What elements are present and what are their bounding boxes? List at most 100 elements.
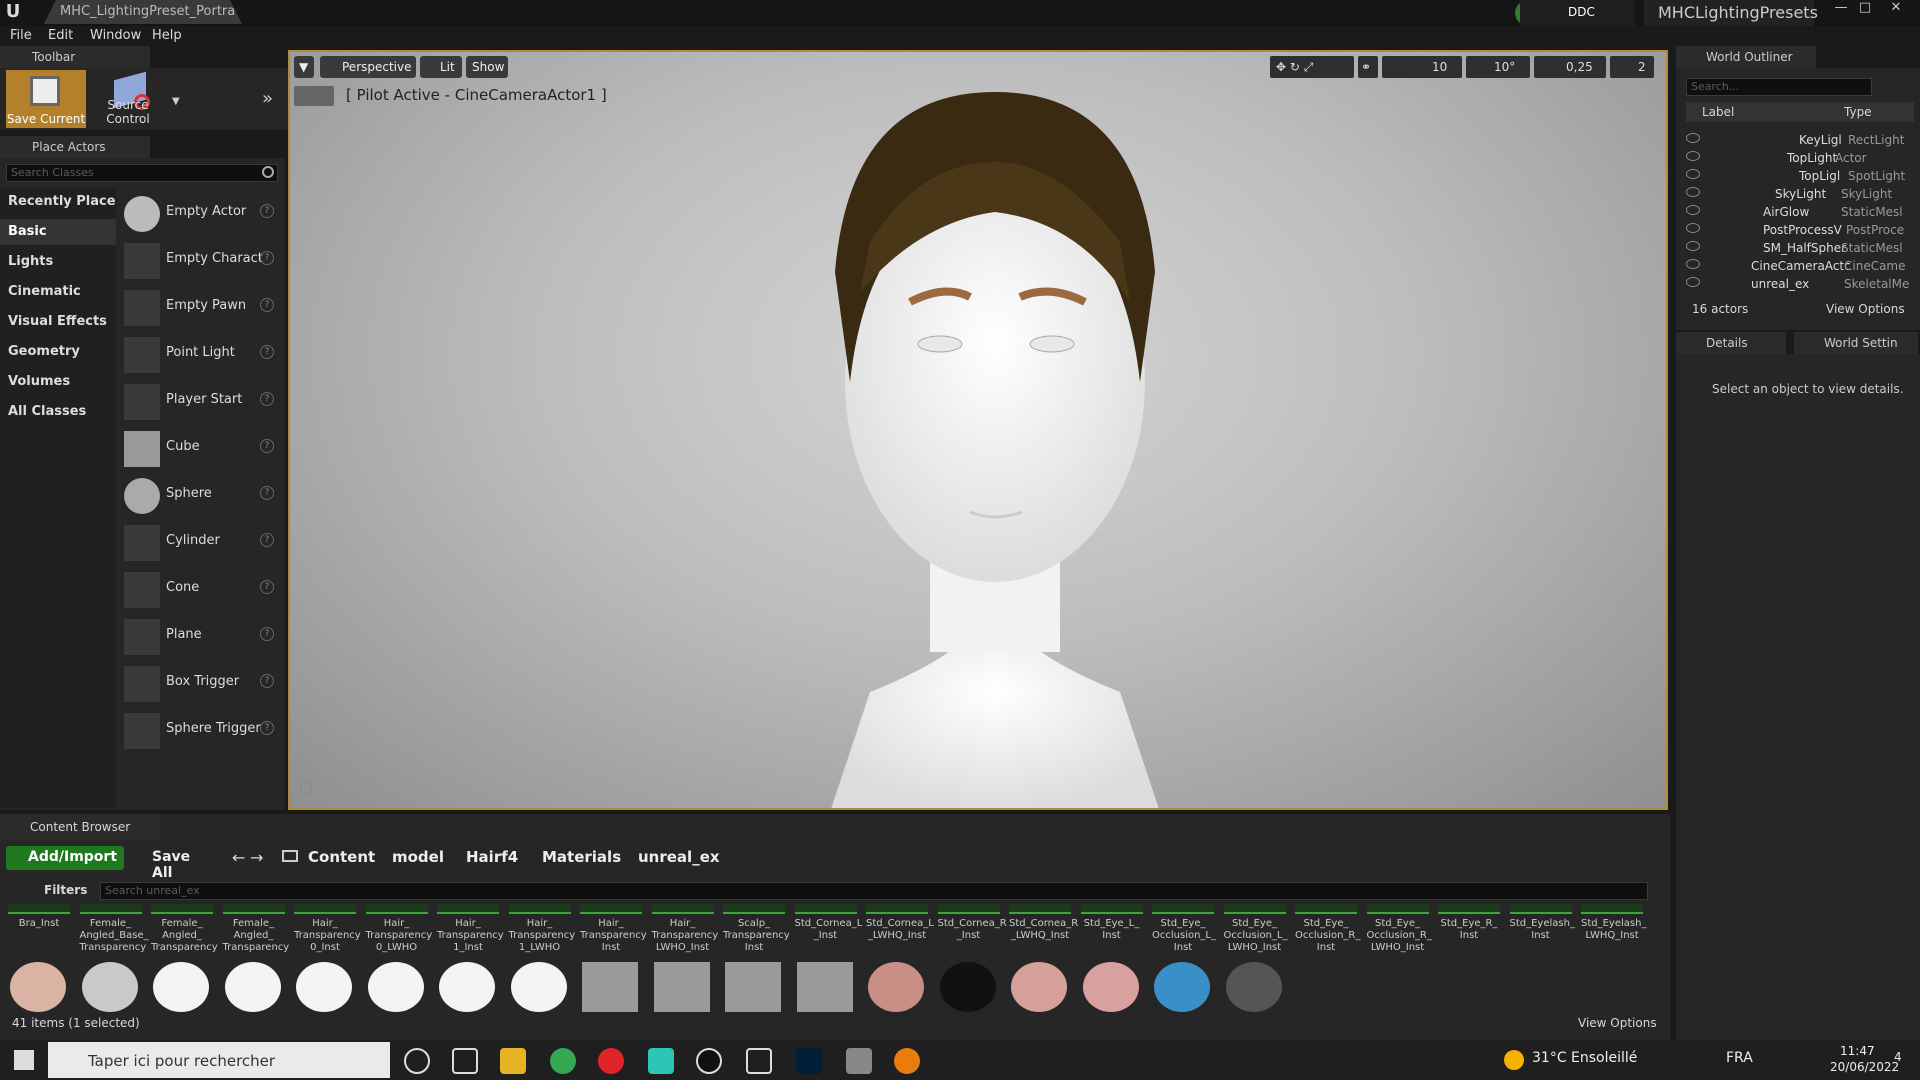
material-sphere-thumbnail[interactable]	[653, 962, 710, 1012]
material-sphere-thumbnail[interactable]	[939, 962, 996, 1012]
material-sphere-thumbnail[interactable]	[153, 962, 209, 1012]
asset-tile[interactable]: Std_Eye_R_ Inst	[1438, 918, 1500, 988]
asset-thumbnail-strip[interactable]	[1080, 904, 1143, 914]
document-tab[interactable]: MHC_LightingPreset_Portra•	[44, 0, 242, 24]
material-sphere-thumbnail[interactable]	[1011, 962, 1067, 1012]
file-explorer-icon[interactable]	[500, 1048, 526, 1074]
help-icon[interactable]: ?	[260, 674, 274, 688]
toolbar-expand-icon[interactable]: »	[262, 88, 273, 109]
3d-viewer-icon[interactable]	[746, 1048, 772, 1074]
show-button[interactable]: Show	[466, 56, 508, 78]
category-recently-placed[interactable]: Recently Placed	[8, 194, 125, 209]
actor-item[interactable]: Empty Pawn?	[124, 286, 279, 326]
actor-item[interactable]: Cylinder?	[124, 521, 279, 561]
source-control-button[interactable]: Source Control	[88, 70, 168, 128]
add-import-button[interactable]: Add/Import	[6, 846, 124, 870]
world-settings-tab[interactable]: World Settin	[1794, 332, 1918, 354]
outliner-row[interactable]: PostProcessV PostProce	[1676, 221, 1920, 239]
ddc-button[interactable]: DDC	[1520, 0, 1635, 26]
notification-count[interactable]: 4	[1894, 1050, 1902, 1064]
actor-item[interactable]: Point Light?	[124, 333, 279, 373]
help-icon[interactable]: ?	[260, 204, 274, 218]
world-outliner-tab[interactable]: World Outliner	[1676, 46, 1816, 68]
asset-thumbnail-strip[interactable]	[151, 904, 213, 914]
metahuman-icon[interactable]	[648, 1048, 674, 1074]
asset-thumbnail-strip[interactable]	[1366, 904, 1429, 914]
search-classes-input[interactable]: Search Classes	[6, 164, 278, 182]
camera-speed[interactable]: 2	[1610, 56, 1654, 78]
outliner-row[interactable]: TopLigl SpotLight	[1676, 167, 1920, 185]
help-icon[interactable]: ?	[260, 345, 274, 359]
breadcrumb-content[interactable]: Content	[308, 848, 375, 866]
asset-thumbnail-strip[interactable]	[8, 904, 70, 914]
cortana-icon[interactable]	[404, 1048, 430, 1074]
category-lights[interactable]: Lights	[8, 254, 53, 269]
actor-item[interactable]: Sphere?	[124, 474, 279, 514]
content-search-input[interactable]: Search unreal_ex	[100, 882, 1648, 900]
material-sphere-thumbnail[interactable]	[796, 962, 853, 1012]
material-sphere-thumbnail[interactable]	[582, 962, 638, 1012]
outliner-row[interactable]: SkyLight SkyLight	[1676, 185, 1920, 203]
asset-tile[interactable]: Std_Eye_ Occlusion_R_ LWHO_Inst	[1367, 918, 1432, 988]
help-icon[interactable]: ?	[260, 486, 274, 500]
actor-item[interactable]: Cone?	[124, 568, 279, 608]
eye-icon[interactable]	[1686, 187, 1700, 197]
lit-button[interactable]: Lit	[420, 56, 462, 78]
label-column-header[interactable]: Label	[1702, 105, 1734, 119]
material-sphere-thumbnail[interactable]	[868, 962, 924, 1012]
asset-tile[interactable]: Std_Eyelash_ Inst	[1510, 918, 1575, 988]
breadcrumb-hairf4[interactable]: Hairf4	[466, 848, 518, 866]
eye-icon[interactable]	[1686, 205, 1700, 215]
material-sphere-thumbnail[interactable]	[296, 962, 352, 1012]
photoshop-icon[interactable]	[796, 1048, 822, 1074]
grid-snap[interactable]: 10	[1382, 56, 1462, 78]
outliner-row[interactable]: CineCameraActc CineCame	[1676, 257, 1920, 275]
asset-thumbnail-strip[interactable]	[365, 904, 428, 914]
asset-tile[interactable]: Std_Eyelash_ LWHQ_Inst	[1581, 918, 1646, 988]
material-sphere-thumbnail[interactable]	[1082, 962, 1139, 1012]
weather-text[interactable]: 31°C Ensoleillé	[1532, 1050, 1637, 1066]
minimize-icon[interactable]: —	[1830, 0, 1852, 16]
asset-thumbnail-strip[interactable]	[794, 904, 857, 914]
blender-icon[interactable]	[894, 1048, 920, 1074]
transform-mode-group[interactable]: ✥ ↻ ⤢	[1270, 56, 1354, 78]
menu-help[interactable]: Help	[152, 28, 182, 43]
asset-thumbnail-strip[interactable]	[1223, 904, 1286, 914]
outliner-view-options[interactable]: View Options	[1826, 302, 1905, 316]
level-viewport[interactable]: ▼ Perspective Lit Show [ Pilot Active - …	[288, 50, 1668, 810]
asset-thumbnail-strip[interactable]	[508, 904, 571, 914]
save-current-button[interactable]: Save Current	[6, 70, 86, 128]
save-all-button[interactable]: Save All	[134, 846, 214, 881]
outliner-row[interactable]: AirGlow StaticMesl	[1676, 203, 1920, 221]
help-icon[interactable]: ?	[260, 298, 274, 312]
actor-item[interactable]: Empty Actor?	[124, 192, 279, 232]
eye-icon[interactable]	[1686, 169, 1700, 179]
asset-thumbnail-strip[interactable]	[723, 904, 785, 914]
breadcrumb-materials[interactable]: Materials	[542, 848, 621, 866]
menu-file[interactable]: File	[10, 28, 32, 43]
menu-window[interactable]: Window	[90, 28, 141, 43]
actor-item[interactable]: Box Trigger?	[124, 662, 279, 702]
type-column-header[interactable]: Type	[1844, 105, 1872, 119]
viewport-options-button[interactable]: ▼	[294, 56, 314, 78]
outliner-row[interactable]: SM_HalfSpher StaticMesl	[1676, 239, 1920, 257]
content-browser-tab[interactable]: Content Browser	[0, 814, 160, 840]
breadcrumb-model[interactable]: model	[392, 848, 444, 866]
app-icon[interactable]	[846, 1048, 872, 1074]
category-basic[interactable]: Basic	[8, 224, 47, 239]
help-icon[interactable]: ?	[260, 392, 274, 406]
material-sphere-thumbnail[interactable]	[367, 962, 424, 1012]
perspective-button[interactable]: Perspective	[320, 56, 416, 78]
forward-arrow-icon[interactable]: →	[250, 848, 263, 867]
clock-date[interactable]: 20/06/2022	[1830, 1060, 1899, 1074]
outliner-row[interactable]: unreal_ex SkeletalMe	[1676, 275, 1920, 293]
outliner-row[interactable]: TopLight Actor	[1676, 149, 1920, 167]
category-geometry[interactable]: Geometry	[8, 344, 80, 359]
asset-thumbnail-strip[interactable]	[937, 904, 1000, 914]
eye-icon[interactable]	[1686, 223, 1700, 233]
asset-thumbnail-strip[interactable]	[580, 904, 642, 914]
eye-icon[interactable]	[1686, 151, 1700, 161]
outliner-row[interactable]: KeyLigl RectLight	[1676, 131, 1920, 149]
help-icon[interactable]: ?	[260, 439, 274, 453]
category-all-classes[interactable]: All Classes	[8, 404, 86, 419]
